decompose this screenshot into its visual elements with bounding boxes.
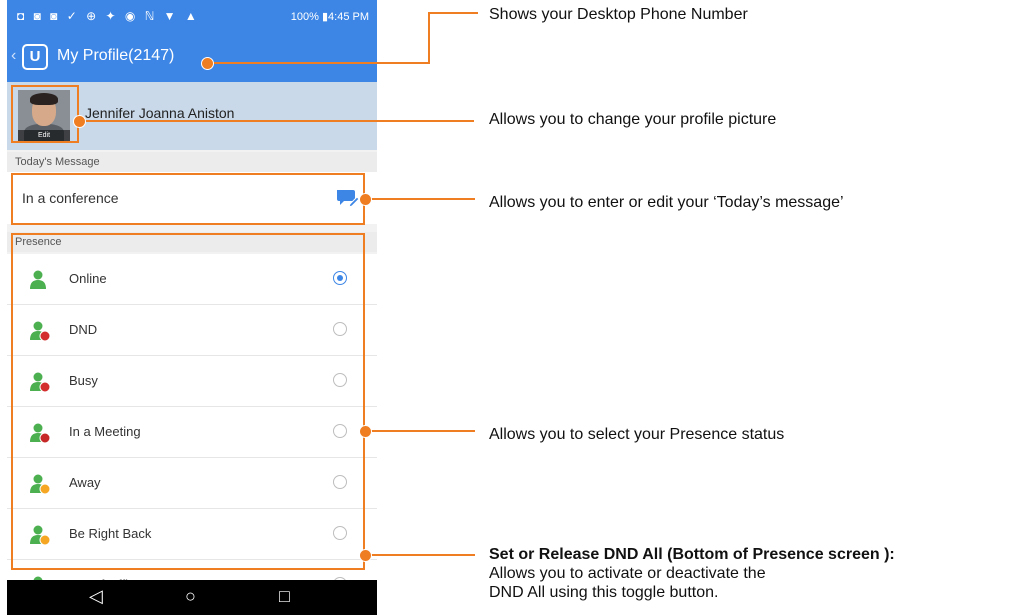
phone-number-connector-vertical <box>428 12 430 64</box>
callout-presence: Allows you to select your Presence statu… <box>489 426 785 443</box>
todays-message-label: Today's Message <box>7 152 377 172</box>
back-chevron-icon[interactable]: ‹ <box>11 47 16 65</box>
callout-phone-number: Shows your Desktop Phone Number <box>489 6 748 23</box>
nav-back-icon[interactable]: ◁ <box>89 586 103 607</box>
presence-highlight <box>11 233 365 570</box>
presence-dot <box>359 425 372 438</box>
callout-dnd-all: Set or Release DND All (Bottom of Presen… <box>489 545 1029 602</box>
app-bar: ‹ U My Profile(2147) <box>7 32 377 82</box>
nav-recents-icon[interactable]: □ <box>279 586 290 607</box>
phone-number-connector-top <box>428 12 478 14</box>
todays-message-connector <box>365 198 475 200</box>
callout-dnd-all-title: Set or Release DND All (Bottom of Presen… <box>489 546 895 563</box>
status-icons: ◘ ◙ ◙ ✓ ⊕ ✦ ◉ ℕ ▼ ▲ <box>17 9 200 23</box>
dnd-all-dot <box>359 549 372 562</box>
profile-picture-highlight <box>11 85 79 143</box>
android-nav-bar: ◁ ○ □ <box>7 580 377 615</box>
callout-profile-picture: Allows you to change your profile pictur… <box>489 111 777 128</box>
status-bar: ◘ ◙ ◙ ✓ ⊕ ✦ ◉ ℕ ▼ ▲ 100% ▮4:45 PM <box>7 0 377 32</box>
phone-number-dot <box>201 57 214 70</box>
presence-connector <box>365 430 475 432</box>
todays-message-dot <box>359 193 372 206</box>
nav-home-icon[interactable]: ○ <box>185 586 196 607</box>
status-clock: 100% ▮4:45 PM <box>290 11 369 23</box>
callout-todays-message: Allows you to enter or edit your ‘Today’… <box>489 194 844 211</box>
todays-message-highlight <box>11 173 365 225</box>
page-title: My Profile(2147) <box>57 47 175 64</box>
phone-number-connector <box>207 62 429 64</box>
profile-picture-dot <box>73 115 86 128</box>
profile-name: Jennifer Joanna Aniston <box>85 105 235 121</box>
dnd-all-connector <box>365 554 475 556</box>
callout-dnd-all-body: Allows you to activate or deactivate the… <box>489 565 766 601</box>
app-logo-icon: U <box>22 44 48 70</box>
profile-picture-connector <box>79 120 474 122</box>
